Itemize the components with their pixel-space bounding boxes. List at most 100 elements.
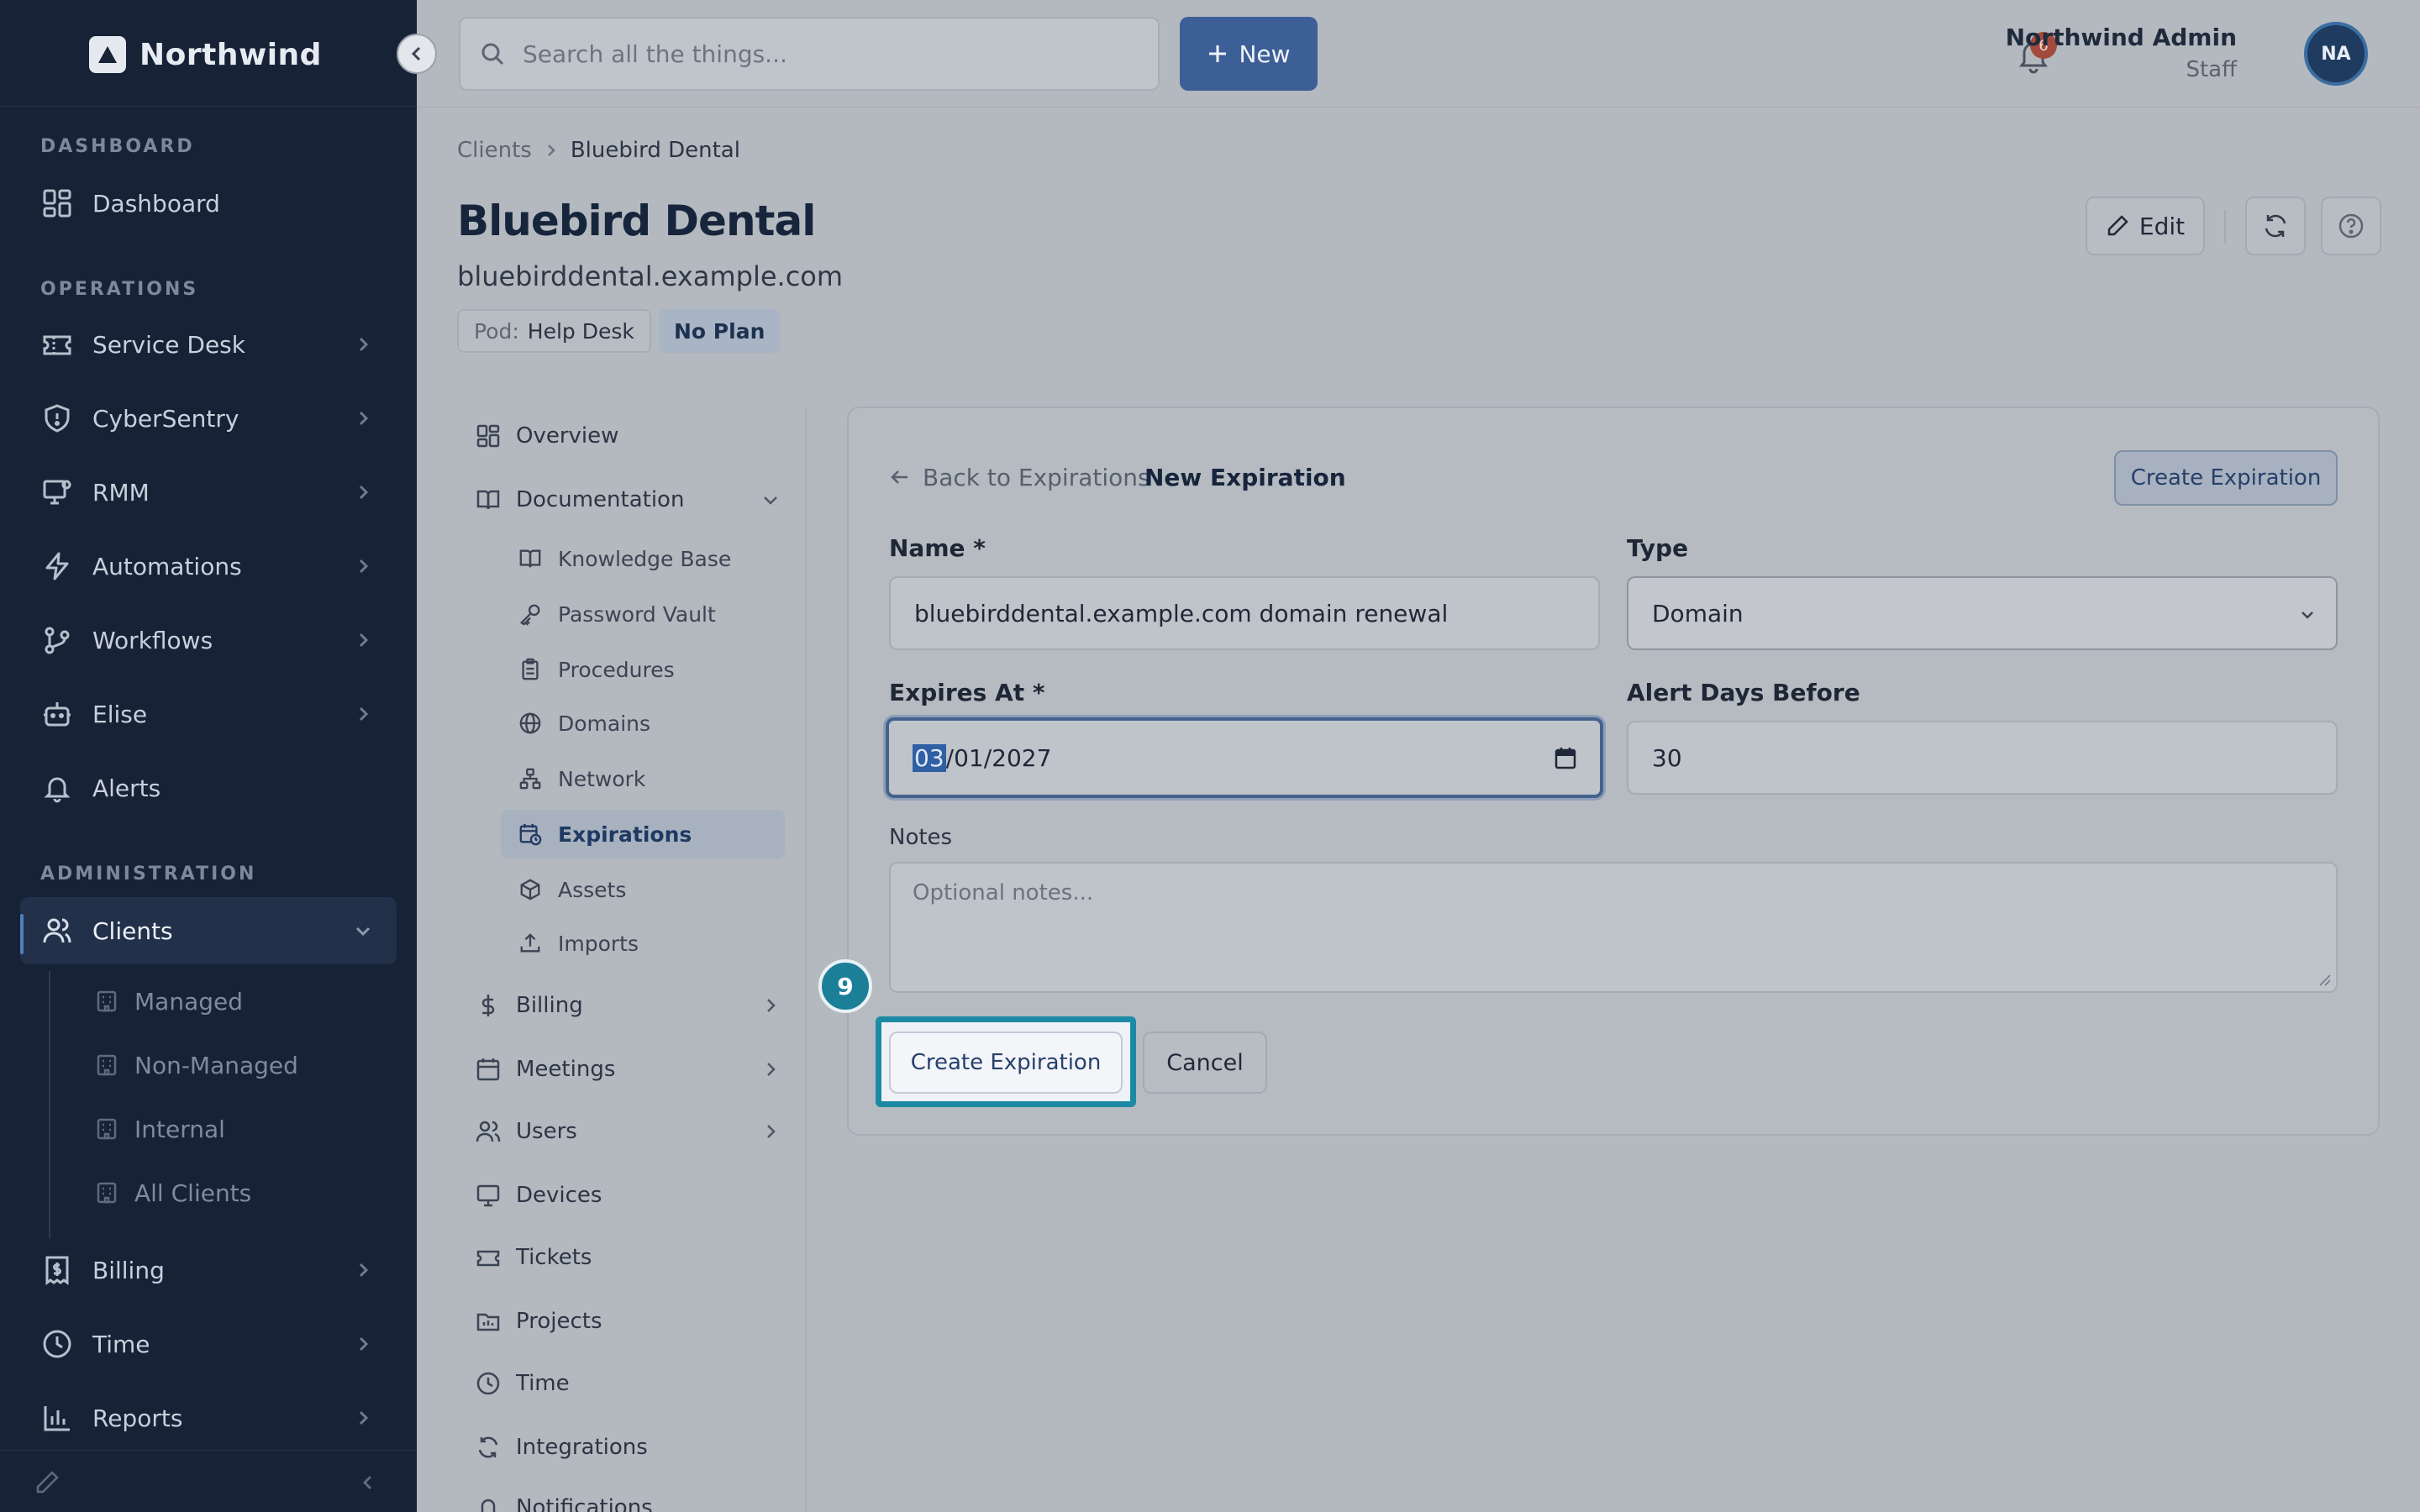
sidebar-item-reports[interactable]: Reports bbox=[20, 1384, 397, 1452]
sidebar: Northwind DASHBOARD Dashboard OPERATIONS… bbox=[0, 0, 417, 1512]
subnav-domains[interactable]: Domains bbox=[516, 701, 780, 746]
sidebar-item-clients[interactable]: Clients bbox=[20, 897, 397, 964]
sidebar-item-dashboard[interactable]: Dashboard bbox=[20, 170, 397, 237]
sidebar-item-label: Service Desk bbox=[92, 330, 245, 359]
chevron-right-icon bbox=[767, 1063, 776, 1076]
clock-icon bbox=[40, 1327, 74, 1361]
search-input[interactable]: Search all the things... bbox=[459, 17, 1160, 91]
avatar[interactable]: NA bbox=[2304, 22, 2368, 86]
pod-chip: Pod: Help Desk bbox=[457, 309, 651, 353]
chevron-right-icon bbox=[359, 559, 369, 574]
user-name[interactable]: Northwind Admin bbox=[2006, 24, 2237, 51]
date-month-segment[interactable]: 03 bbox=[913, 743, 946, 772]
sidebar-subitem-label: Internal bbox=[134, 1115, 225, 1143]
chevron-down-icon bbox=[355, 927, 371, 937]
sidebar-collapse-button[interactable] bbox=[397, 34, 437, 74]
chevron-left-icon[interactable] bbox=[358, 1473, 378, 1493]
subnav-label: Knowledge Base bbox=[558, 546, 732, 571]
expires-at-date-input[interactable]: 03/01/2027 bbox=[886, 717, 1603, 798]
calendar-icon[interactable] bbox=[1553, 746, 1578, 771]
edit-button[interactable]: Edit bbox=[2086, 197, 2205, 255]
brand[interactable]: Northwind bbox=[89, 34, 322, 76]
cancel-button[interactable]: Cancel bbox=[1143, 1032, 1267, 1094]
alert-days-input[interactable]: 30 bbox=[1627, 721, 2338, 795]
type-select[interactable]: Domain bbox=[1627, 576, 2338, 650]
subnav-tickets[interactable]: Tickets bbox=[474, 1235, 780, 1280]
sidebar-item-workflows[interactable]: Workflows bbox=[20, 606, 397, 674]
step-number-badge: 9 bbox=[818, 959, 872, 1013]
resize-handle-icon[interactable] bbox=[2316, 971, 2331, 986]
sidebar-item-time[interactable]: Time bbox=[20, 1310, 397, 1378]
subnav-label: Billing bbox=[516, 993, 583, 1018]
chevron-right-icon bbox=[359, 633, 369, 648]
sidebar-item-rmm[interactable]: RMM bbox=[20, 459, 397, 526]
calendar-clock-icon bbox=[516, 820, 544, 848]
help-button[interactable] bbox=[2321, 197, 2381, 255]
subnav-integrations[interactable]: Integrations bbox=[474, 1425, 780, 1470]
subnav-meetings[interactable]: Meetings bbox=[474, 1047, 780, 1092]
bell-icon bbox=[40, 771, 74, 805]
subnav-notifications[interactable]: Notifications bbox=[474, 1485, 780, 1512]
new-button[interactable]: New bbox=[1180, 17, 1318, 91]
sidebar-subitem-managed[interactable]: Managed bbox=[94, 981, 243, 1021]
building-icon bbox=[97, 1182, 117, 1204]
subnav-assets[interactable]: Assets bbox=[516, 867, 780, 912]
subnav-expirations[interactable]: Expirations bbox=[516, 811, 780, 857]
users-icon bbox=[40, 914, 74, 948]
edit-button-label: Edit bbox=[2139, 212, 2186, 240]
folder-icon bbox=[474, 1307, 502, 1336]
book-open-icon bbox=[516, 544, 544, 573]
subnav-billing[interactable]: Billing bbox=[474, 983, 780, 1028]
create-expiration-button[interactable]: Create Expiration bbox=[889, 1032, 1123, 1094]
subnav-network[interactable]: Network bbox=[516, 756, 780, 801]
sidebar-item-elise[interactable]: Elise bbox=[20, 680, 397, 748]
pencil-icon bbox=[2107, 215, 2128, 236]
sidebar-item-billing[interactable]: Billing bbox=[20, 1236, 397, 1304]
sidebar-item-alerts[interactable]: Alerts bbox=[20, 754, 397, 822]
subnav-projects[interactable]: Projects bbox=[474, 1299, 780, 1344]
subnav-overview[interactable]: Overview bbox=[474, 413, 780, 459]
refresh-icon bbox=[2265, 214, 2286, 238]
chevron-down-icon bbox=[764, 496, 777, 505]
subnav-label: Expirations bbox=[558, 822, 692, 847]
chevron-right-icon bbox=[547, 144, 555, 156]
sidebar-item-service-desk[interactable]: Service Desk bbox=[20, 311, 397, 378]
notes-placeholder: Optional notes... bbox=[913, 880, 1094, 906]
box-icon bbox=[516, 875, 544, 904]
sidebar-subitem-non-managed[interactable]: Non-Managed bbox=[94, 1045, 298, 1085]
breadcrumb-link-clients[interactable]: Clients bbox=[457, 138, 532, 163]
form-title: New Expiration bbox=[1144, 463, 1346, 491]
subnav-users[interactable]: Users bbox=[474, 1109, 780, 1154]
subnav-password-vault[interactable]: Password Vault bbox=[516, 591, 780, 637]
sidebar-subitem-label: All Clients bbox=[134, 1179, 252, 1207]
chevron-left-icon bbox=[411, 46, 421, 61]
back-to-expirations-link[interactable]: Back to Expirations bbox=[889, 460, 1150, 494]
sidebar-subitem-internal[interactable]: Internal bbox=[94, 1109, 225, 1149]
section-label-dashboard: DASHBOARD bbox=[40, 136, 195, 157]
pencil-icon[interactable] bbox=[34, 1469, 60, 1496]
breadcrumb: Clients Bluebird Dental bbox=[457, 138, 740, 163]
subnav-knowledge-base[interactable]: Knowledge Base bbox=[516, 536, 780, 581]
type-label: Type bbox=[1627, 534, 1689, 562]
chevron-right-icon bbox=[359, 485, 369, 500]
notes-textarea[interactable]: Optional notes... bbox=[889, 862, 2338, 993]
refresh-button[interactable] bbox=[2245, 197, 2306, 255]
monitor-icon bbox=[474, 1181, 502, 1210]
shield-icon bbox=[40, 402, 74, 435]
monitor-settings-icon bbox=[40, 475, 74, 509]
sidebar-item-label: Elise bbox=[92, 700, 148, 728]
date-rest-segment[interactable]: /01/2027 bbox=[946, 744, 1052, 772]
subnav-documentation[interactable]: Documentation bbox=[474, 477, 780, 522]
subnav-imports[interactable]: Imports bbox=[516, 921, 780, 966]
sidebar-item-automations[interactable]: Automations bbox=[20, 533, 397, 600]
subnav-procedures[interactable]: Procedures bbox=[516, 647, 780, 692]
subnav-label: Devices bbox=[516, 1183, 602, 1208]
name-input[interactable]: bluebirddental.example.com domain renewa… bbox=[889, 576, 1600, 650]
subnav-devices[interactable]: Devices bbox=[474, 1173, 780, 1218]
subnav-time[interactable]: Time bbox=[474, 1361, 780, 1406]
sidebar-item-cybersentry[interactable]: CyberSentry bbox=[20, 385, 397, 452]
subnav-label: Tickets bbox=[516, 1245, 592, 1270]
subnav-label: Network bbox=[558, 766, 646, 791]
sidebar-subitem-all-clients[interactable]: All Clients bbox=[94, 1173, 251, 1213]
create-expiration-top-button[interactable]: Create Expiration bbox=[2114, 450, 2338, 506]
